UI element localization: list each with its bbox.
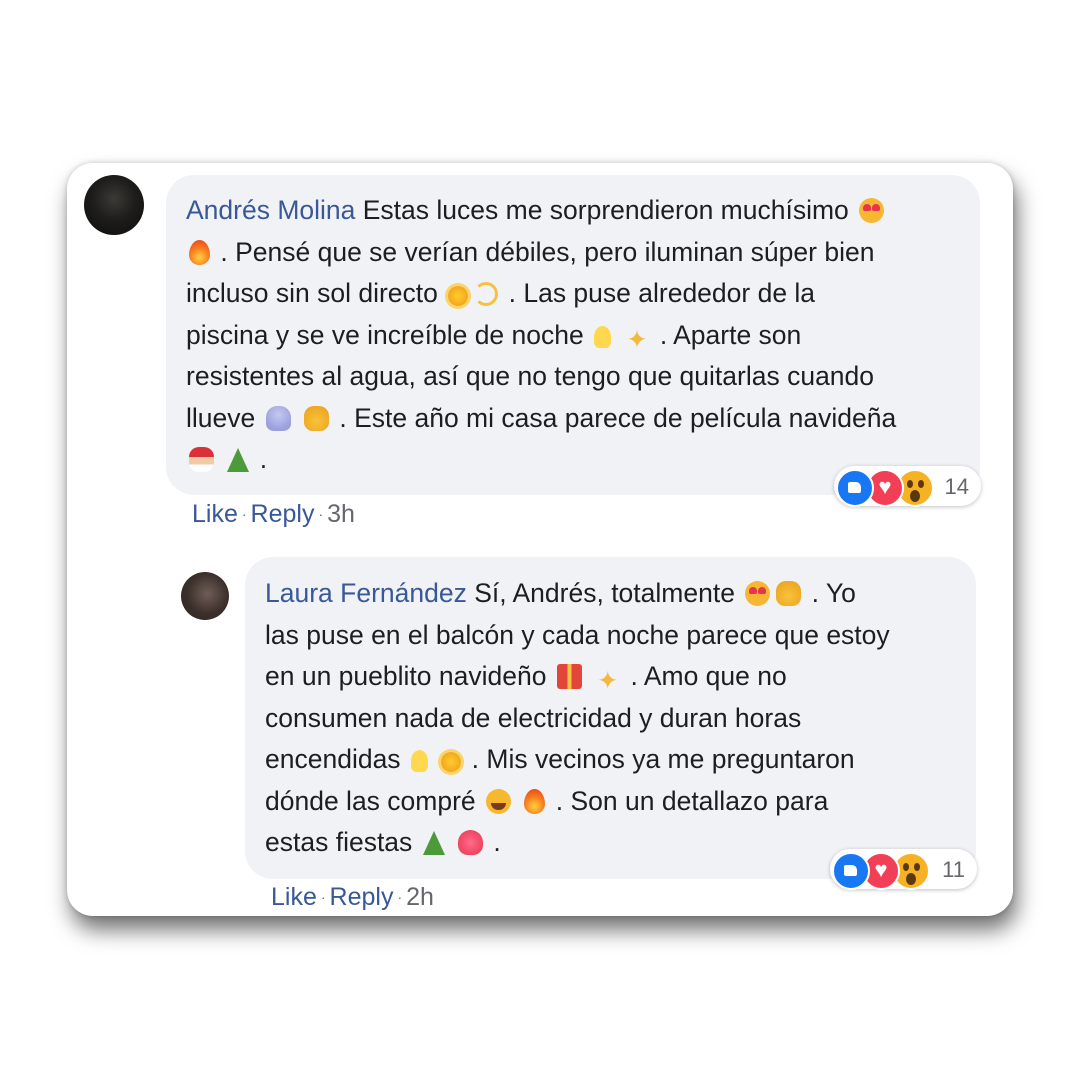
reaction-count: 11 [942, 857, 965, 882]
heart-eyes-emoji-icon [745, 581, 771, 606]
reaction-summary[interactable]: 14 [834, 466, 981, 507]
separator: · [241, 506, 247, 522]
separator: · [397, 889, 403, 905]
sun-emoji-icon [441, 752, 462, 772]
comment-text: Andrés Molina Estas luces me sorprendier… [186, 190, 966, 481]
author-name[interactable]: Laura Fernández [265, 578, 467, 608]
laughing-emoji-icon [486, 788, 512, 814]
heart-eyes-emoji-icon [859, 198, 885, 223]
fire-emoji-icon [524, 788, 546, 814]
text-fragment: . Aparte son [652, 319, 802, 350]
dizzy-emoji-icon [474, 282, 499, 306]
comment-line: en un pueblito navideño . Amo que no [265, 656, 965, 698]
text-fragment: . Yo [804, 578, 856, 608]
timestamp[interactable]: 2h [406, 883, 434, 911]
comment-line: encendidas . Mis vecinos ya me preguntar… [265, 739, 965, 781]
text-fragment: Estas luces me sorprendieron muchísimo [355, 195, 849, 225]
reply-link[interactable]: Reply [251, 500, 315, 528]
comment-line: llueve . Este año mi casa parece de pelí… [186, 398, 966, 440]
reaction-count: 14 [944, 474, 969, 499]
sun-emoji-icon [448, 286, 469, 306]
text-fragment: incluso sin sol directo [186, 278, 438, 308]
sparkling-heart-emoji-icon [458, 830, 484, 855]
reaction-summary[interactable]: 11 [830, 849, 977, 890]
text-fragment: piscina y se ve increíble de noche [186, 319, 584, 350]
author-name[interactable]: Andrés Molina [186, 195, 355, 225]
text-fragment: . Mis vecinos ya me preguntaron [464, 744, 855, 774]
like-icon [832, 852, 870, 890]
light-bulb-emoji-icon [594, 325, 612, 348]
christmas-tree-emoji-icon [422, 831, 445, 855]
like-icon [836, 469, 874, 507]
comment-line: piscina y se ve increíble de noche . Apa… [186, 315, 966, 357]
comment-line: . Pensé que se verían débiles, pero ilum… [186, 232, 966, 274]
santa-emoji-icon [189, 447, 214, 472]
fire-emoji-icon [189, 239, 210, 265]
text-fragment: dónde las compré [265, 785, 476, 816]
christmas-tree-emoji-icon [227, 448, 250, 472]
text-fragment: Sí, Andrés, totalmente [466, 578, 735, 608]
like-link[interactable]: Like [271, 883, 317, 911]
reply-link[interactable]: Reply [330, 883, 394, 911]
text-fragment: . Las puse alrededor de la [501, 278, 816, 308]
like-link[interactable]: Like [192, 500, 238, 528]
text-fragment: . [486, 827, 501, 857]
comment-line: resistentes al agua, así que no tengo qu… [186, 361, 875, 391]
sparkles-emoji-icon [595, 669, 620, 694]
cloud-rain-emoji-icon [265, 405, 291, 431]
comment-line: dónde las compré . Son un detallazo para [265, 781, 965, 823]
text-fragment: . Son un detallazo para [548, 785, 829, 816]
comment-text: Laura Fernández Sí, Andrés, totalmente .… [265, 573, 965, 864]
text-fragment: . [252, 444, 268, 474]
avatar[interactable] [84, 175, 144, 235]
separator: · [318, 506, 324, 522]
avatar[interactable] [181, 572, 229, 620]
comment-actions: Like · Reply · 2h [271, 883, 434, 912]
text-fragment: en un pueblito navideño [265, 661, 547, 691]
comment-line: Laura Fernández Sí, Andrés, totalmente .… [265, 573, 965, 615]
comment-actions: Like · Reply · 3h [192, 500, 355, 529]
raising-hands-emoji-icon [304, 405, 329, 431]
comment-line: incluso sin sol directo . Las puse alred… [186, 273, 966, 315]
timestamp[interactable]: 3h [327, 500, 355, 528]
text-fragment: . Este año mi casa parece de película na… [332, 402, 897, 433]
comment-line: consumen nada de electricidad y duran ho… [265, 702, 802, 733]
light-bulb-emoji-icon [410, 750, 428, 772]
sparkles-emoji-icon [624, 328, 649, 353]
comment-line: las puse en el balcón y cada noche parec… [265, 619, 890, 650]
text-fragment: estas fiestas [265, 827, 413, 857]
text-fragment: . Pensé que se verían débiles, pero ilum… [213, 236, 875, 267]
text-fragment: llueve [186, 402, 256, 433]
comment-line: Andrés Molina Estas luces me sorprendier… [186, 190, 966, 232]
text-fragment: encendidas [265, 744, 401, 774]
text-fragment: . Amo que no [623, 661, 787, 691]
separator: · [320, 889, 326, 905]
gift-emoji-icon [556, 664, 582, 689]
raising-hands-emoji-icon [776, 581, 802, 606]
